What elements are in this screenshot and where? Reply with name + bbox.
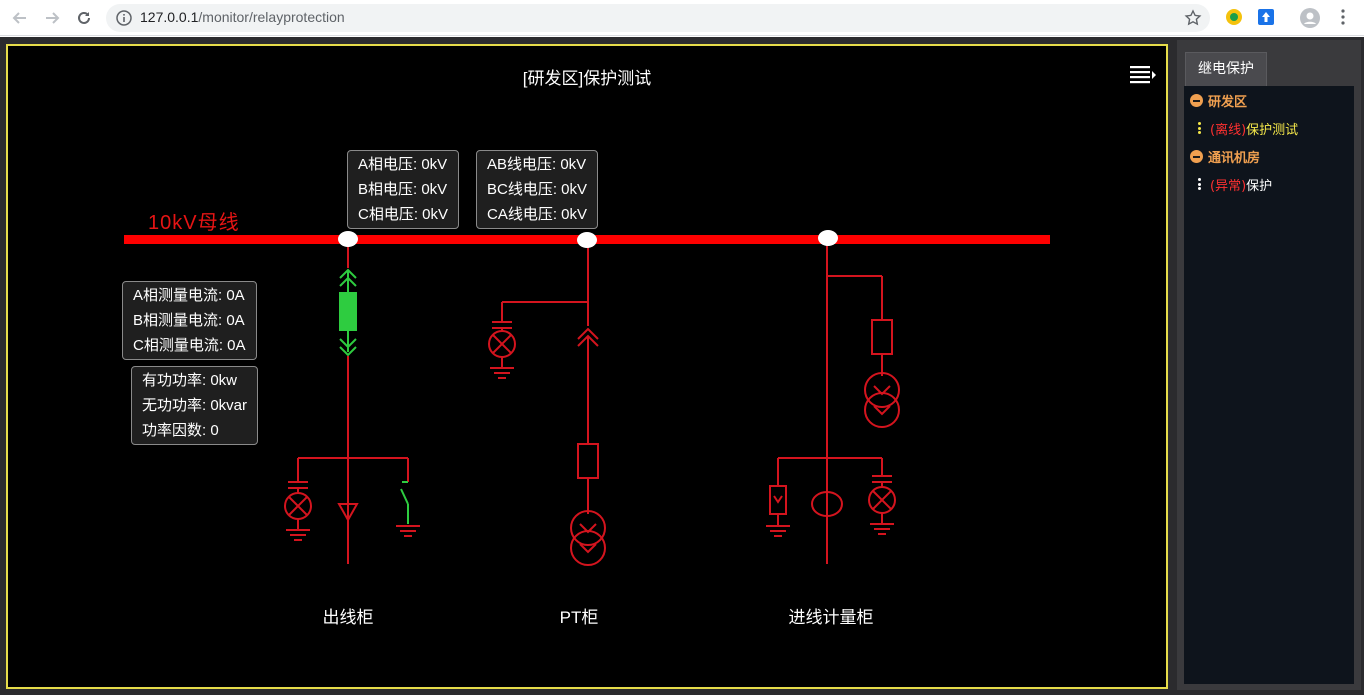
profile-avatar-icon[interactable] [1300, 8, 1320, 28]
bus-node-incoming[interactable] [818, 230, 838, 246]
cabinet-label-pt: PT柜 [559, 608, 599, 627]
phase-a-current: A相测量电流: 0A [133, 287, 245, 304]
phase-c-voltage: C相电压: 0kV [358, 206, 449, 223]
line-voltage-box: AB线电压: 0kV BC线电压: 0kV CA线电压: 0kV [476, 150, 599, 229]
phase-c-current: C相测量电流: 0A [133, 337, 246, 354]
arrow-left-icon [12, 12, 26, 24]
arrow-right-icon [46, 12, 60, 24]
incoming-metering-circuit [766, 244, 900, 564]
url-host: 127.0.0.1 [140, 9, 199, 25]
active-power: 有功功率: 0kw [142, 372, 238, 389]
status-offline: (离线) [1210, 122, 1247, 138]
ab-line-voltage: AB线电压: 0kV [487, 156, 587, 173]
power-factor: 功率因数: 0 [142, 422, 219, 439]
indicator-lamp-icon [868, 486, 896, 514]
bookmark-star-icon[interactable] [1184, 9, 1202, 27]
fuse-icon [871, 319, 893, 355]
breaker-closed [339, 292, 357, 331]
browser-toolbar: 127.0.0.1/monitor/relayprotection [0, 0, 1364, 36]
address-bar[interactable]: 127.0.0.1/monitor/relayprotection [106, 4, 1210, 32]
fuse-icon [577, 443, 599, 479]
tree-group-label: 通讯机房 [1208, 150, 1261, 166]
bus-node-outgoing[interactable] [338, 231, 358, 247]
ca-line-voltage: CA线电压: 0kV [487, 206, 588, 223]
indicator-lamp-icon [284, 492, 312, 520]
voltage-transformer-icon [864, 372, 900, 428]
reload-button[interactable] [72, 6, 96, 30]
reactive-power: 无功功率: 0kvar [142, 397, 248, 414]
arrester-icon [769, 485, 787, 515]
back-button[interactable] [8, 6, 32, 30]
extension-icon[interactable] [1225, 8, 1243, 26]
device-tree: 研发区 (离线) 保护测试 通讯机房 (异常) 保护 [1184, 86, 1354, 684]
collapse-icon[interactable] [1190, 93, 1203, 107]
device-name: 保护测试 [1246, 122, 1299, 138]
relay-protection-diagram: [研发区]保护测试 10kV母线 A相电压: 0kV B相电压: 0kV C相电… [6, 44, 1168, 689]
extension-upload-icon[interactable] [1257, 8, 1275, 26]
dots-icon [1198, 178, 1201, 190]
tree-group-rd-area[interactable]: 研发区 [1190, 90, 1247, 110]
info-icon[interactable] [116, 10, 132, 26]
browser-menu-icon[interactable] [1334, 8, 1352, 26]
outgoing-cabinet-circuit [284, 244, 420, 564]
measured-current-box: A相测量电流: 0A B相测量电流: 0A C相测量电流: 0A [122, 281, 257, 360]
voltage-transformer-icon [570, 510, 606, 566]
phase-a-voltage: A相电压: 0kV [358, 156, 448, 173]
status-abnormal: (异常) [1210, 178, 1247, 194]
forward-button[interactable] [40, 6, 64, 30]
dots-icon [1198, 122, 1201, 134]
url-path: /monitor/relayprotection [198, 9, 345, 25]
app-area: [研发区]保护测试 10kV母线 A相电压: 0kV B相电压: 0kV C相电… [0, 37, 1364, 695]
tab-relay-protection[interactable]: 继电保护 [1185, 52, 1267, 86]
pt-cabinet-circuit [488, 244, 606, 566]
phase-voltage-box: A相电压: 0kV B相电压: 0kV C相电压: 0kV [347, 150, 460, 229]
reload-icon [78, 11, 90, 24]
tree-group-label: 研发区 [1208, 94, 1248, 110]
sidebar: 继电保护 研发区 (离线) 保护测试 通讯机房 (异常) 保护 [1177, 40, 1361, 690]
indicator-lamp-icon [488, 330, 516, 358]
device-name: 保护 [1246, 178, 1273, 194]
cabinet-label-incoming: 进线计量柜 [788, 608, 874, 627]
tree-group-comm-room[interactable]: 通讯机房 [1190, 146, 1260, 166]
phase-b-voltage: B相电压: 0kV [358, 181, 448, 198]
url-text: 127.0.0.1/monitor/relayprotection [140, 9, 345, 25]
collapse-icon[interactable] [1190, 149, 1203, 163]
tree-item-protection[interactable]: (异常) 保护 [1198, 174, 1272, 194]
bc-line-voltage: BC线电压: 0kV [487, 181, 588, 198]
tree-item-protection-test[interactable]: (离线) 保护测试 [1198, 118, 1298, 138]
bus-node-pt[interactable] [577, 232, 597, 248]
earthing-switch-icon [400, 481, 409, 524]
phase-b-current: B相测量电流: 0A [133, 312, 245, 329]
power-box: 有功功率: 0kw 无功功率: 0kvar 功率因数: 0 [131, 366, 259, 445]
cabinet-label-outgoing: 出线柜 [322, 608, 374, 627]
